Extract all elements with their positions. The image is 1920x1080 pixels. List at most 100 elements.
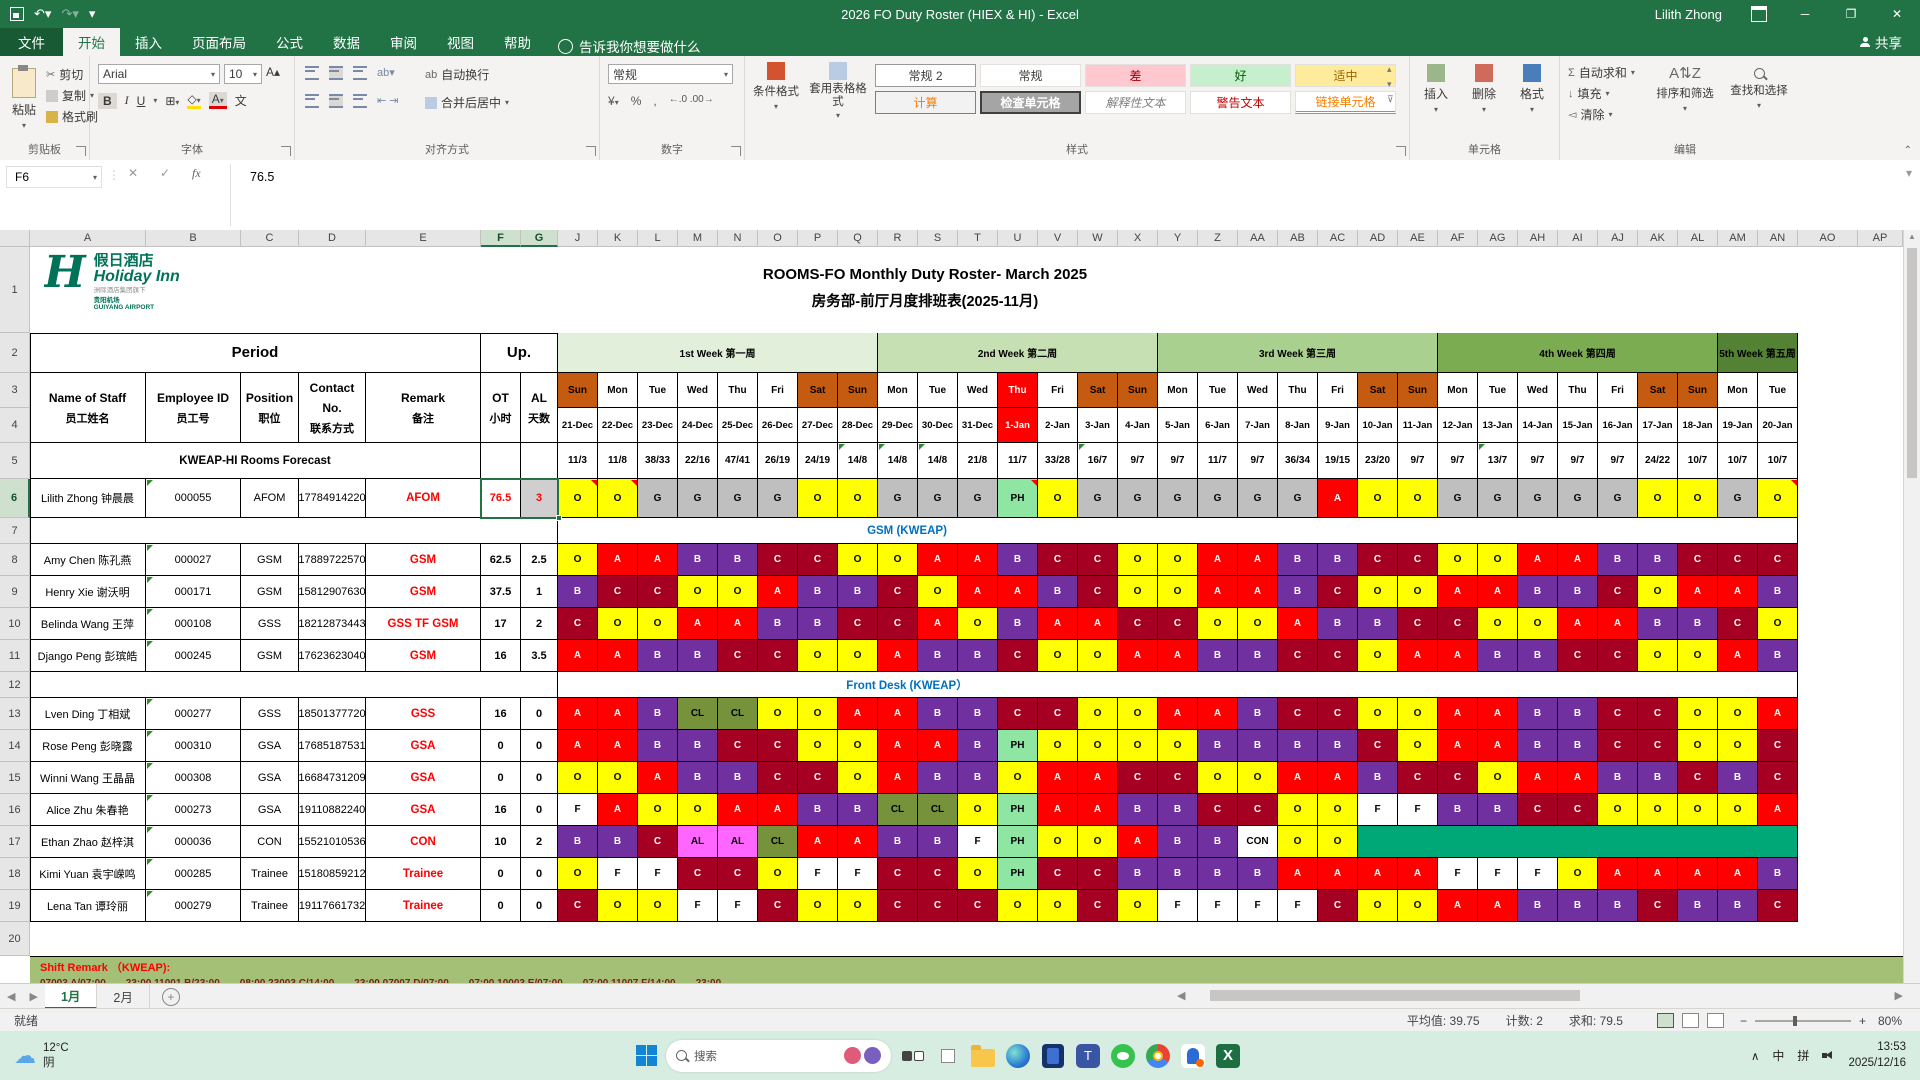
shift-cell[interactable]: A	[1598, 608, 1638, 640]
staff-contact[interactable]: 16684731209	[299, 762, 366, 794]
shift-cell[interactable]: A	[1078, 608, 1118, 640]
shift-cell[interactable]: O	[1518, 608, 1558, 640]
staff-al[interactable]: 3	[521, 479, 558, 518]
shift-cell[interactable]: C	[998, 640, 1038, 672]
shift-cell[interactable]: O	[558, 544, 598, 576]
forecast-value[interactable]: 11/7	[998, 443, 1038, 479]
shift-cell[interactable]: A	[1438, 730, 1478, 762]
zoom-level[interactable]: 80%	[1878, 1014, 1902, 1028]
shift-cell[interactable]: A	[1318, 479, 1358, 518]
shift-cell[interactable]: A	[1438, 640, 1478, 672]
shift-cell[interactable]: A	[918, 544, 958, 576]
day-header[interactable]: Thu	[718, 373, 758, 408]
shift-cell[interactable]: C	[1598, 640, 1638, 672]
date-header[interactable]: 5-Jan	[1158, 408, 1198, 443]
wechat-icon[interactable]	[1110, 1043, 1136, 1069]
table-header-al[interactable]: AL 天数	[521, 373, 558, 443]
day-header[interactable]: Fri	[758, 373, 798, 408]
shift-cell[interactable]: A	[1198, 698, 1238, 730]
shift-cell[interactable]: C	[718, 858, 758, 890]
shift-cell[interactable]: C	[1238, 794, 1278, 826]
shift-cell[interactable]: O	[1358, 640, 1398, 672]
column-header-B[interactable]: B	[146, 230, 241, 247]
shift-cell[interactable]: C	[1758, 890, 1798, 922]
column-header-W[interactable]: W	[1078, 230, 1118, 247]
shift-cell[interactable]: O	[1118, 698, 1158, 730]
shift-cell[interactable]: C	[1518, 794, 1558, 826]
date-header[interactable]: 4-Jan	[1118, 408, 1158, 443]
column-header-AB[interactable]: AB	[1278, 230, 1318, 247]
staff-al[interactable]: 2.5	[521, 544, 558, 576]
column-header-AN[interactable]: AN	[1758, 230, 1798, 247]
clock-widget[interactable]: 13:53 2025/12/16	[1848, 1040, 1906, 1071]
shift-cell[interactable]: A	[558, 698, 598, 730]
zoom-thumb[interactable]	[1792, 1015, 1797, 1026]
shift-cell[interactable]: O	[598, 608, 638, 640]
page-layout-view-icon[interactable]	[1681, 1013, 1699, 1028]
shift-cell[interactable]: B	[638, 730, 678, 762]
staff-name[interactable]: Henry Xie 谢沃明	[30, 576, 146, 608]
shift-cell[interactable]: A	[1198, 576, 1238, 608]
table-header-employee-id[interactable]: Employee ID 员工号	[146, 373, 241, 443]
shift-cell[interactable]: B	[1198, 826, 1238, 858]
staff-remark[interactable]: AFOM	[366, 479, 481, 518]
staff-id[interactable]: 000027	[146, 544, 241, 576]
shift-cell[interactable]: PH	[998, 858, 1038, 890]
column-header-AG[interactable]: AG	[1478, 230, 1518, 247]
shift-cell[interactable]: O	[758, 698, 798, 730]
row-header-15[interactable]: 15	[0, 762, 30, 794]
shift-cell[interactable]: B	[958, 762, 998, 794]
staff-ot[interactable]: 62.5	[481, 544, 521, 576]
column-header-Z[interactable]: Z	[1198, 230, 1238, 247]
column-header-V[interactable]: V	[1038, 230, 1078, 247]
column-header-AL[interactable]: AL	[1678, 230, 1718, 247]
shift-cell[interactable]: A	[1598, 858, 1638, 890]
shift-cell[interactable]: A	[1558, 544, 1598, 576]
staff-id[interactable]: 000273	[146, 794, 241, 826]
shift-cell[interactable]: C	[878, 576, 918, 608]
shift-cell[interactable]: F	[1518, 858, 1558, 890]
sheet-nav-right-icon[interactable]: ▶	[22, 990, 44, 1003]
shift-cell[interactable]: C	[1038, 858, 1078, 890]
search-input[interactable]: 搜索	[666, 1039, 891, 1072]
minimize-button[interactable]: ─	[1782, 0, 1828, 28]
date-header[interactable]: 18-Jan	[1678, 408, 1718, 443]
horizontal-scrollbar[interactable]: ◀ ▶	[1170, 988, 1910, 1003]
forecast-value[interactable]: 47/41	[718, 443, 758, 479]
shift-cell[interactable]: B	[1318, 608, 1358, 640]
shift-cell[interactable]: C	[1038, 544, 1078, 576]
shift-cell[interactable]: C	[918, 890, 958, 922]
clear-button[interactable]: ◅ 清除 ▾	[1568, 104, 1635, 125]
staff-name[interactable]: Django Peng 彭瑸皓	[30, 640, 146, 672]
forecast-value[interactable]: 10/7	[1758, 443, 1798, 479]
staff-contact[interactable]: 18212873443	[299, 608, 366, 640]
fill-button[interactable]: ↓ 填充 ▾	[1568, 83, 1635, 104]
forecast-value[interactable]: 9/7	[1158, 443, 1198, 479]
cell-style-7[interactable]: 解释性文本	[1085, 91, 1186, 114]
staff-position[interactable]: GSA	[241, 794, 299, 826]
row-header-8[interactable]: 8	[0, 544, 30, 576]
shift-cell[interactable]: C	[638, 576, 678, 608]
shift-cell[interactable]: A	[1078, 762, 1118, 794]
shift-cell[interactable]: C	[1678, 544, 1718, 576]
shift-cell[interactable]: A	[1718, 576, 1758, 608]
sheet-tab-2月[interactable]: 2月	[97, 984, 150, 1009]
shift-cell[interactable]: C	[558, 890, 598, 922]
staff-remark[interactable]: GSA	[366, 762, 481, 794]
row-header-9[interactable]: 9	[0, 576, 30, 608]
insert-cells-button[interactable]: 插入 ▾	[1414, 64, 1458, 114]
percent-icon[interactable]: %	[631, 94, 642, 108]
shift-cell[interactable]: A	[598, 730, 638, 762]
cell-style-2[interactable]: 差	[1085, 64, 1186, 87]
shift-cell[interactable]: O	[838, 640, 878, 672]
shift-cell[interactable]: A	[598, 544, 638, 576]
shift-cell[interactable]: O	[1478, 762, 1518, 794]
weather-widget[interactable]: ☁ 12°C 阴	[0, 1041, 234, 1071]
shift-cell[interactable]: A	[598, 640, 638, 672]
ribbon-tab-视图[interactable]: 视图	[432, 28, 489, 56]
shift-cell[interactable]: B	[758, 608, 798, 640]
shift-cell[interactable]: B	[1278, 544, 1318, 576]
shift-cell[interactable]: A	[718, 794, 758, 826]
redo-icon[interactable]: ↷▾	[61, 6, 78, 22]
forecast-empty[interactable]	[521, 443, 558, 479]
